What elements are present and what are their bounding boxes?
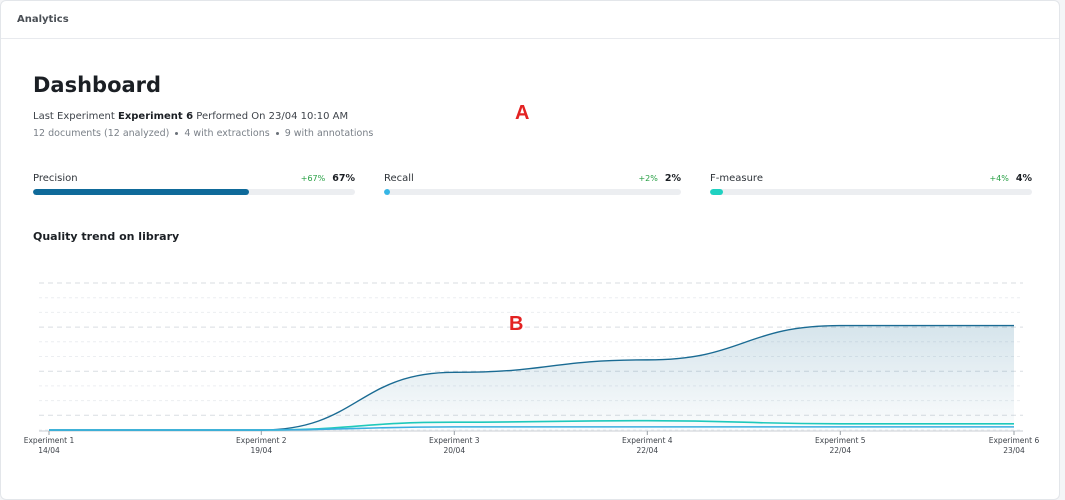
annotation-marker-a: A bbox=[515, 102, 530, 124]
x-tick-date: 19/04 bbox=[250, 446, 272, 455]
x-tick-date: 14/04 bbox=[38, 446, 60, 455]
metric-delta: +67% bbox=[300, 174, 326, 183]
x-tick-date: 22/04 bbox=[829, 446, 851, 455]
analytics-card: Analytics Dashboard Last Experiment Expe… bbox=[0, 0, 1060, 500]
x-tick-date: 20/04 bbox=[443, 446, 465, 455]
progress-track bbox=[384, 189, 681, 195]
metric-delta: +2% bbox=[638, 174, 658, 183]
x-tick-label: Experiment 2 bbox=[236, 436, 287, 445]
progress-fill bbox=[710, 189, 723, 195]
page-title: Dashboard bbox=[33, 73, 162, 97]
x-tick-date: 23/04 bbox=[1003, 446, 1025, 455]
metric-values: +4% 4% bbox=[989, 173, 1032, 184]
last-experiment-prefix: Last Experiment bbox=[33, 111, 115, 122]
progress-track bbox=[710, 189, 1032, 195]
stats-line: 12 documents (12 analyzed) 4 with extrac… bbox=[33, 128, 373, 139]
metric-label: F-measure bbox=[710, 173, 763, 184]
metric-precision: Precision +67% 67% bbox=[33, 173, 355, 199]
stat-documents: 12 documents (12 analyzed) bbox=[33, 128, 170, 139]
metric-value: 67% bbox=[332, 173, 355, 184]
experiment-name: Experiment 6 bbox=[117, 111, 194, 122]
progress-fill bbox=[33, 189, 249, 195]
x-tick-label: Experiment 1 bbox=[24, 436, 75, 445]
metric-values: +67% 67% bbox=[301, 173, 355, 184]
x-tick-label: Experiment 4 bbox=[622, 436, 673, 445]
chart-title: Quality trend on library bbox=[33, 230, 180, 243]
stat-annotations: 9 with annotations bbox=[284, 128, 374, 139]
performed-on: Performed On 23/04 10:10 AM bbox=[196, 111, 349, 122]
x-tick-label: Experiment 6 bbox=[989, 436, 1040, 445]
progress-fill bbox=[384, 189, 390, 195]
quality-trend-chart: Experiment 114/04 Experiment 219/04 Experi… bbox=[24, 282, 1040, 455]
separator-dot bbox=[175, 132, 179, 135]
metric-value: 4% bbox=[1015, 173, 1032, 184]
last-experiment-line: Last Experiment Experiment 6 Performed O… bbox=[33, 111, 348, 122]
annotation-marker-b: B bbox=[509, 313, 524, 335]
x-tick-date: 22/04 bbox=[636, 446, 658, 455]
progress-track bbox=[33, 189, 355, 195]
metric-f-measure: F-measure +4% 4% bbox=[710, 173, 1032, 199]
series-area-0 bbox=[49, 325, 1014, 430]
separator-dot bbox=[275, 132, 279, 135]
metric-label: Precision bbox=[33, 173, 78, 184]
x-tick-label: Experiment 3 bbox=[429, 436, 480, 445]
metric-label: Recall bbox=[384, 173, 414, 184]
metric-values: +2% 2% bbox=[638, 173, 681, 184]
metric-value: 2% bbox=[664, 173, 681, 184]
x-tick-label: Experiment 5 bbox=[815, 436, 866, 445]
stat-extractions: 4 with extractions bbox=[184, 128, 270, 139]
metric-delta: +4% bbox=[989, 174, 1009, 183]
section-title: Analytics bbox=[17, 14, 69, 25]
card-header: Analytics bbox=[1, 1, 1059, 39]
metric-recall: Recall +2% 2% bbox=[384, 173, 681, 199]
